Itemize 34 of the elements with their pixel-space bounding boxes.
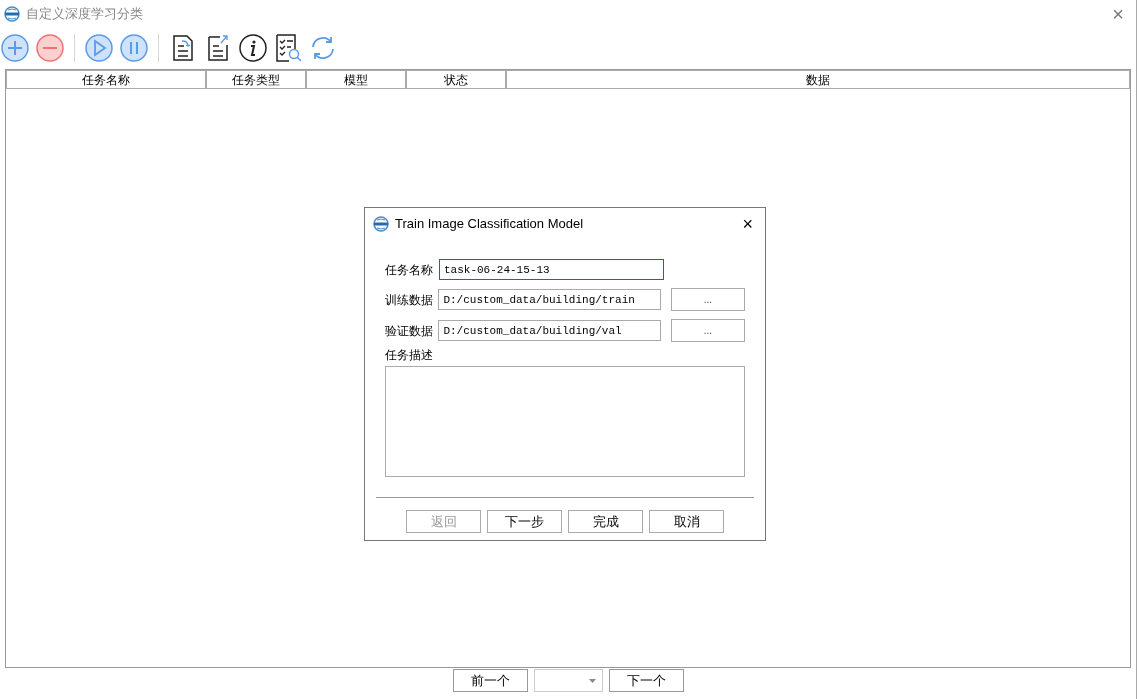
- page-dropdown[interactable]: [533, 669, 603, 692]
- next-button[interactable]: 下一个: [608, 669, 684, 692]
- app-logo-icon: [4, 5, 20, 22]
- caret-icon: [588, 678, 596, 683]
- close-button[interactable]: ×: [738, 215, 757, 233]
- window-title: 自定义深度学习分类: [26, 4, 143, 23]
- browse-button[interactable]: ...: [670, 319, 745, 342]
- text-field[interactable]: task-06-24-15-13: [439, 259, 664, 280]
- column-header[interactable]: 数据: [506, 70, 1130, 89]
- field-label: 任务名称: [385, 261, 434, 279]
- checklist-search-icon[interactable]: [273, 33, 303, 63]
- text-field[interactable]: D:/custom_data/building/val: [438, 320, 661, 341]
- column-header[interactable]: 任务名称: [6, 70, 206, 89]
- dialog-button[interactable]: 完成: [568, 510, 643, 533]
- text-field[interactable]: D:/custom_data/building/train: [438, 289, 661, 310]
- pause-icon[interactable]: [119, 33, 149, 63]
- previous-button[interactable]: 前一个: [452, 669, 528, 692]
- dialog-logo-icon: [373, 216, 389, 232]
- description-label: 任务描述: [385, 347, 434, 364]
- column-header[interactable]: 任务类型: [206, 70, 306, 89]
- browse-button[interactable]: ...: [670, 288, 745, 311]
- description-field[interactable]: [385, 366, 745, 477]
- dialog-button[interactable]: 下一步: [487, 510, 562, 533]
- column-header[interactable]: 模型: [306, 70, 406, 89]
- column-header[interactable]: 状态: [406, 70, 506, 89]
- field-label: 训练数据: [385, 291, 434, 309]
- dialog-title: Train Image Classification Model: [395, 215, 584, 234]
- info-icon[interactable]: [238, 33, 268, 63]
- play-icon[interactable]: [84, 33, 114, 63]
- remove-icon[interactable]: [35, 33, 65, 63]
- dialog-button[interactable]: 取消: [649, 510, 724, 533]
- field-label: 验证数据: [385, 322, 434, 340]
- close-button[interactable]: ×: [1104, 3, 1132, 24]
- add-icon[interactable]: [0, 33, 30, 63]
